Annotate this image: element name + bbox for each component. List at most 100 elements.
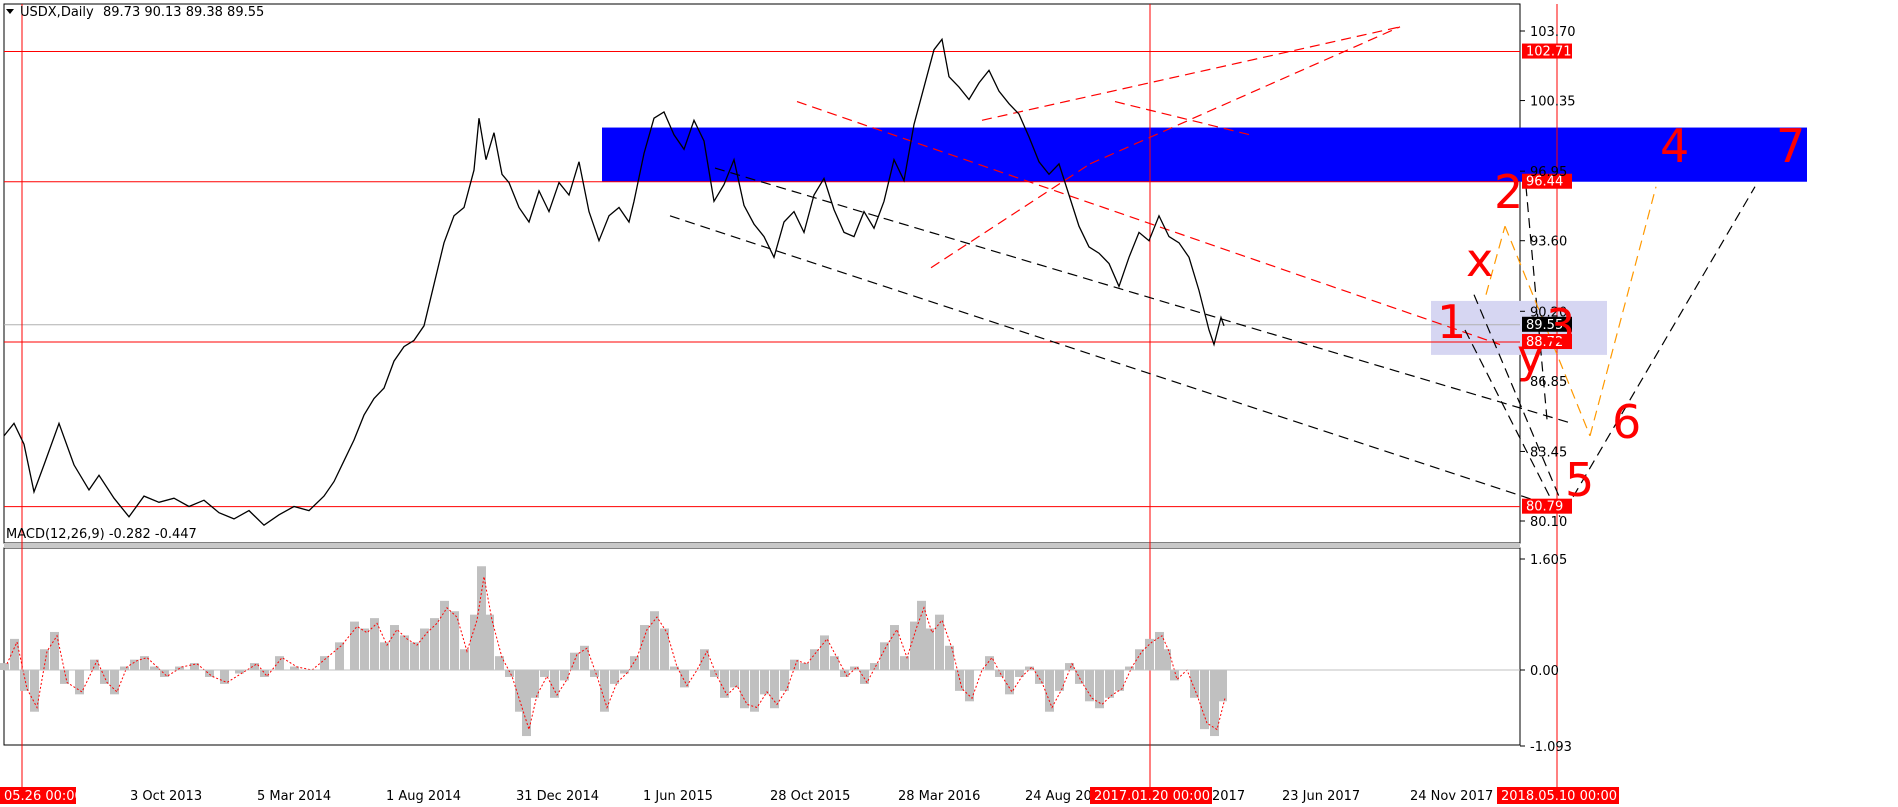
macd-bar <box>420 628 429 670</box>
x-tick-label: 1 Aug 2014 <box>386 789 461 804</box>
macd-bar <box>1125 666 1134 670</box>
macd-bar <box>730 670 739 688</box>
wave-label-2: 2 <box>1494 165 1523 219</box>
macd-bar <box>925 628 934 670</box>
macd-bar <box>590 670 599 677</box>
price-line <box>3 37 1225 527</box>
resistance-zone <box>602 127 1807 182</box>
macd-bar <box>495 656 504 670</box>
macd-bar <box>1218 670 1227 702</box>
chart-title: USDX,Daily <box>20 5 94 20</box>
x-marker-label: 2018.05.10 00:00 <box>1501 789 1617 804</box>
macd-bar <box>1115 670 1124 691</box>
macd-bar <box>380 642 389 670</box>
macd-bar <box>160 670 169 677</box>
macd-bar <box>460 649 469 670</box>
x-tick-label: 23 Jun 2017 <box>1282 789 1360 804</box>
macd-bar <box>335 642 344 670</box>
macd-bar <box>965 670 974 702</box>
zone-rectangles <box>602 127 1807 355</box>
x-tick-partial-label: 2017 <box>1212 789 1245 804</box>
macd-bar <box>1035 670 1044 684</box>
macd-bar <box>630 656 639 670</box>
macd-bar <box>570 652 579 670</box>
macd-y-tick-label: 0.00 <box>1530 664 1559 679</box>
x-axis: 3 Oct 2013 5 Mar 2014 1 Aug 2014 31 Dec 201… <box>0 787 1619 804</box>
pane-separator <box>4 543 1520 548</box>
macd-bar <box>30 670 39 712</box>
wave-label-5: 5 <box>1565 453 1594 507</box>
trend-line <box>1464 329 1561 518</box>
macd-bar <box>320 656 329 670</box>
macd-bar <box>260 670 269 677</box>
y-tick-label: 100.35 <box>1530 95 1576 110</box>
macd-bar <box>40 649 49 670</box>
macd-bar <box>350 621 359 670</box>
macd-bar <box>75 670 84 695</box>
x-marker-label: 05.26 00:00 <box>4 789 83 804</box>
macd-bar <box>1190 670 1199 698</box>
macd-bar <box>740 670 749 709</box>
macd-bar <box>50 631 59 670</box>
macd-bar <box>1145 638 1154 670</box>
y-tick-label: 80.10 <box>1530 515 1567 530</box>
macd-bar <box>522 670 531 737</box>
macd-bar <box>1005 670 1014 695</box>
macd-title: MACD(12,26,9) -0.282 -0.447 <box>6 527 197 542</box>
x-tick-label: 28 Mar 2016 <box>898 789 980 804</box>
macd-bar <box>955 670 964 691</box>
y-tick-label: 96.95 <box>1530 165 1567 180</box>
macd-bar <box>560 670 569 681</box>
trend-line <box>981 26 1401 121</box>
macd-y-tick-label: -1.093 <box>1530 740 1572 755</box>
x-tick-label: 3 Oct 2013 <box>130 789 202 804</box>
wave-label-7: 7 <box>1776 119 1805 173</box>
x-tick-label: 31 Dec 2014 <box>516 789 599 804</box>
trend-lines <box>669 26 1756 518</box>
macd-series <box>0 566 1520 737</box>
macd-bar <box>900 656 909 670</box>
wave-label-x: x <box>1466 233 1493 287</box>
macd-bar <box>410 642 419 670</box>
macd-bar <box>250 663 259 670</box>
y-tick-label: 83.45 <box>1530 445 1567 460</box>
pane-frames <box>3 3 1521 746</box>
x-tick-label: 28 Oct 2015 <box>770 789 850 804</box>
macd-bar <box>400 635 409 670</box>
price-level-label: 80.79 <box>1526 500 1563 515</box>
macd-bar <box>945 645 954 670</box>
macd-bar <box>1162 649 1171 670</box>
macd-bar <box>477 566 486 670</box>
macd-bar <box>100 670 109 684</box>
macd-bar <box>760 670 769 695</box>
macd-bar <box>880 642 889 670</box>
macd-bar <box>770 670 779 709</box>
x-marker-label: 2017.01.20 00:00 <box>1094 789 1210 804</box>
dropdown-icon[interactable] <box>6 9 14 14</box>
y-tick-label: 93.60 <box>1530 235 1567 250</box>
macd-bar <box>430 618 439 670</box>
macd-bar <box>600 670 609 712</box>
macd-bar <box>1055 670 1064 691</box>
macd-bar <box>810 649 819 670</box>
ohlc-readout: 89.73 90.13 89.38 89.55 <box>103 5 264 20</box>
macd-bar <box>985 656 994 670</box>
horizontal-levels <box>4 51 1520 508</box>
macd-bar <box>995 670 1004 677</box>
wave-label-1: 1 <box>1437 295 1466 349</box>
macd-bar <box>580 645 589 670</box>
macd-bar <box>640 625 649 670</box>
vertical-markers <box>21 4 1558 790</box>
macd-bar <box>110 670 119 695</box>
macd-pane-frame <box>3 547 1521 746</box>
macd-bar <box>275 656 284 670</box>
macd-y-tick-label: 1.605 <box>1530 553 1567 568</box>
x-tick-label: 24 Nov 2017 <box>1410 789 1493 804</box>
trend-line <box>669 215 1561 510</box>
macd-bar <box>935 614 944 670</box>
macd-bar <box>1045 670 1054 712</box>
price-level-label: 102.71 <box>1526 45 1572 60</box>
macd-bar <box>840 670 849 677</box>
chart-canvas[interactable]: 102.7196.4488.7280.7989.55103.70100.3596… <box>0 0 1898 807</box>
macd-bar <box>0 663 9 670</box>
